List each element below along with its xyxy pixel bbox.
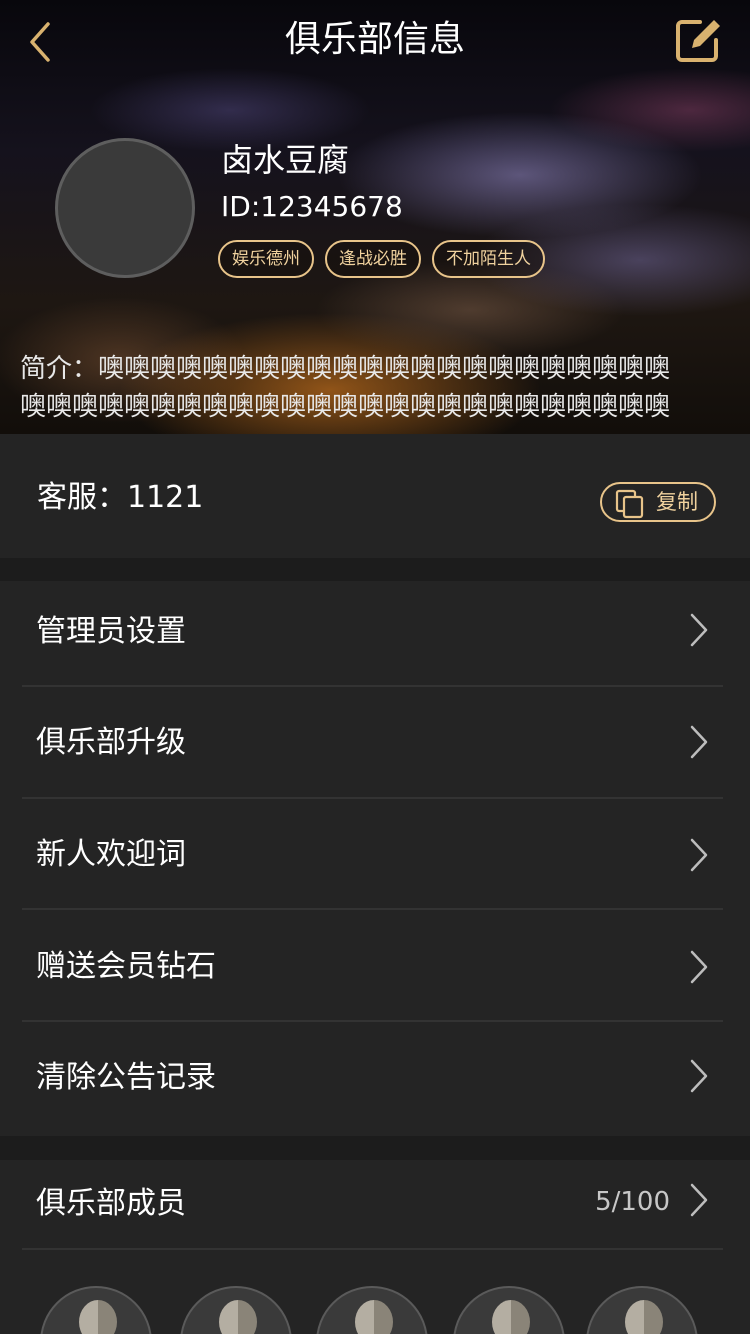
chevron-right-icon	[690, 1059, 708, 1093]
menu-item-label: 新人欢迎词	[36, 837, 186, 872]
club-tag: 娱乐德州	[218, 240, 314, 278]
club-id: ID:12345678	[221, 190, 403, 223]
nav-bar: 俱乐部信息	[0, 0, 750, 84]
edit-icon[interactable]	[672, 14, 724, 66]
page-title: 俱乐部信息	[284, 19, 465, 60]
customer-service-label: 客服：1121	[37, 480, 204, 515]
club-intro: 简介：噢噢噢噢噢噢噢噢噢噢噢噢噢噢噢噢噢噢噢噢噢噢 噢噢噢噢噢噢噢噢噢噢噢噢噢噢…	[20, 350, 732, 426]
members-count: 5/100	[595, 1187, 670, 1217]
copy-button-label: 复制	[656, 490, 698, 514]
chevron-right-icon	[690, 838, 708, 872]
club-tags: 娱乐德州 逢战必胜 不加陌生人	[218, 240, 545, 278]
menu-item-club-upgrade[interactable]: 俱乐部升级	[0, 687, 750, 797]
chevron-right-icon	[690, 613, 708, 647]
club-tag: 逢战必胜	[325, 240, 421, 278]
menu-item-label: 清除公告记录	[36, 1060, 216, 1095]
members-label: 俱乐部成员	[36, 1186, 186, 1221]
club-name: 卤水豆腐	[221, 141, 350, 179]
copy-icon	[615, 489, 644, 519]
club-header-banner: 俱乐部信息 卤水豆腐 ID:12345678 娱乐德州 逢战必胜 不加陌生人 简…	[0, 0, 750, 434]
menu-item-label: 赠送会员钻石	[36, 949, 216, 984]
menu-item-admin-settings[interactable]: 管理员设置	[0, 581, 750, 691]
settings-menu: 管理员设置 俱乐部升级 新人欢迎词 赠送会员钻石 清除公告记录	[0, 581, 750, 1136]
menu-item-welcome-message[interactable]: 新人欢迎词	[0, 799, 750, 909]
chevron-right-icon	[690, 725, 708, 759]
divider	[22, 1248, 723, 1250]
menu-item-label: 俱乐部升级	[36, 725, 186, 760]
menu-item-gift-diamonds[interactable]: 赠送会员钻石	[0, 910, 750, 1020]
chevron-right-icon[interactable]	[688, 1182, 710, 1218]
club-avatar[interactable]	[55, 138, 195, 278]
menu-item-label: 管理员设置	[36, 614, 186, 649]
club-tag: 不加陌生人	[432, 240, 545, 278]
club-intro-line: 简介：噢噢噢噢噢噢噢噢噢噢噢噢噢噢噢噢噢噢噢噢噢噢	[20, 354, 671, 384]
club-intro-line: 噢噢噢噢噢噢噢噢噢噢噢噢噢噢噢噢噢噢噢噢噢噢噢噢噢	[20, 392, 671, 422]
chevron-right-icon	[690, 950, 708, 984]
menu-item-clear-announcements[interactable]: 清除公告记录	[0, 1022, 750, 1132]
club-info-page: 俱乐部信息 卤水豆腐 ID:12345678 娱乐德州 逢战必胜 不加陌生人 简…	[0, 0, 750, 1334]
